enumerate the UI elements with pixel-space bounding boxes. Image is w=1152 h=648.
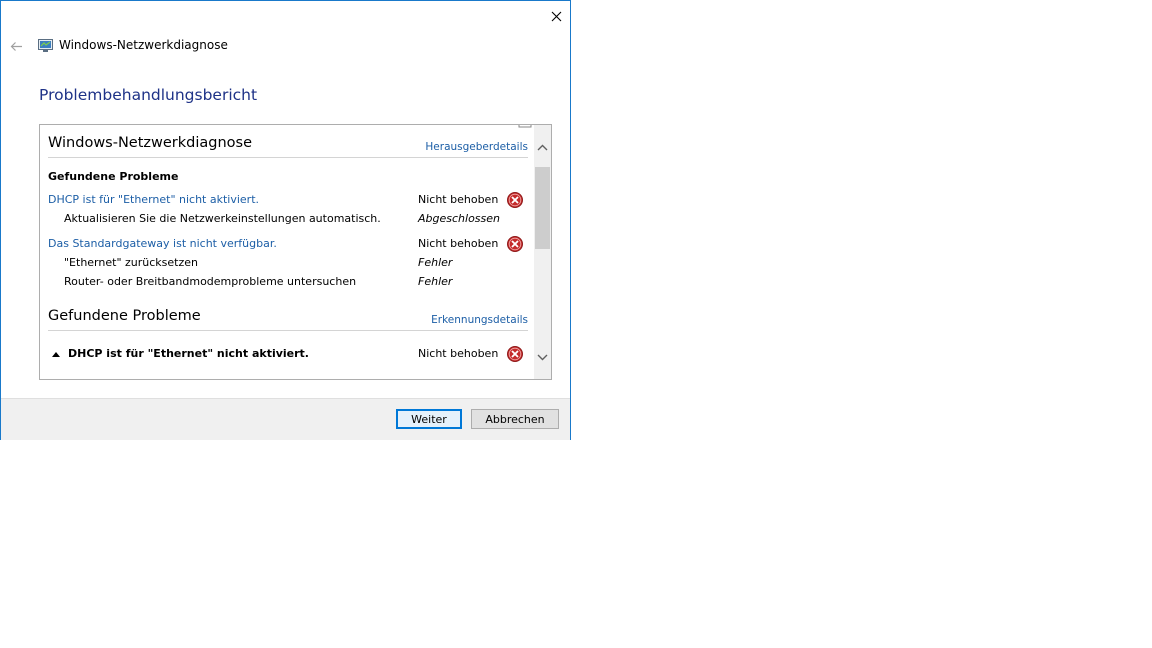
detection-details-link[interactable]: Erkennungsdetails [431, 314, 528, 326]
detail-problem-title: DHCP ist für "Ethernet" nicht aktiviert. [68, 347, 309, 360]
problem-link-gateway[interactable]: Das Standardgateway ist nicht verfügbar. [48, 237, 277, 250]
close-button[interactable] [543, 3, 569, 29]
error-icon [507, 192, 523, 208]
chevron-up-icon [537, 144, 548, 151]
problem-link-dhcp[interactable]: DHCP ist für "Ethernet" nicht aktiviert. [48, 193, 259, 206]
close-icon [551, 11, 561, 21]
window-title: Windows-Netzwerkdiagnose [59, 38, 228, 52]
report-panel: Windows-Netzwerkdiagnose Herausgeberdeta… [39, 124, 552, 380]
step-update-settings: Aktualisieren Sie die Netzwerkeinstellun… [64, 212, 381, 225]
section-title: Gefundene Probleme [48, 308, 201, 324]
step-status: Fehler [418, 275, 453, 288]
vertical-scrollbar[interactable] [534, 125, 551, 379]
back-arrow-icon [10, 41, 22, 51]
scroll-thumb[interactable] [535, 167, 550, 249]
next-button[interactable]: Weiter [396, 409, 462, 429]
back-button[interactable] [7, 37, 25, 55]
troubleshooter-window: Windows-Netzwerkdiagnose Problembehandlu… [0, 0, 571, 440]
problem-status: Nicht behoben [418, 237, 499, 250]
network-diagnostics-icon [38, 39, 53, 52]
step-status: Fehler [418, 256, 453, 269]
expand-arrow-icon[interactable] [51, 350, 61, 358]
step-status: Abgeschlossen [418, 212, 500, 225]
cancel-button[interactable]: Abbrechen [471, 409, 559, 429]
page-title: Problembehandlungsbericht [39, 86, 258, 104]
problem-status: Nicht behoben [418, 193, 499, 206]
chevron-down-icon [537, 354, 548, 361]
section-header-diagnostics: Windows-Netzwerkdiagnose Herausgeberdeta… [48, 133, 528, 158]
step-reset-ethernet: "Ethernet" zurücksetzen [64, 256, 198, 269]
error-icon [507, 236, 523, 252]
scroll-down-button[interactable] [534, 349, 551, 366]
print-icon[interactable] [518, 124, 532, 129]
section-title: Windows-Netzwerkdiagnose [48, 135, 253, 151]
report-content: Windows-Netzwerkdiagnose Herausgeberdeta… [48, 125, 532, 379]
button-bar: Weiter Abbrechen [1, 398, 570, 440]
found-problems-label: Gefundene Probleme [48, 170, 179, 183]
problem-status: Nicht behoben [418, 347, 499, 360]
scroll-up-button[interactable] [534, 139, 551, 156]
section-header-found-problems: Gefundene Probleme Erkennungsdetails [48, 306, 528, 331]
error-icon [507, 346, 523, 362]
step-check-router: Router- oder Breitbandmodemprobleme unte… [64, 275, 357, 288]
publisher-details-link[interactable]: Herausgeberdetails [425, 141, 528, 153]
